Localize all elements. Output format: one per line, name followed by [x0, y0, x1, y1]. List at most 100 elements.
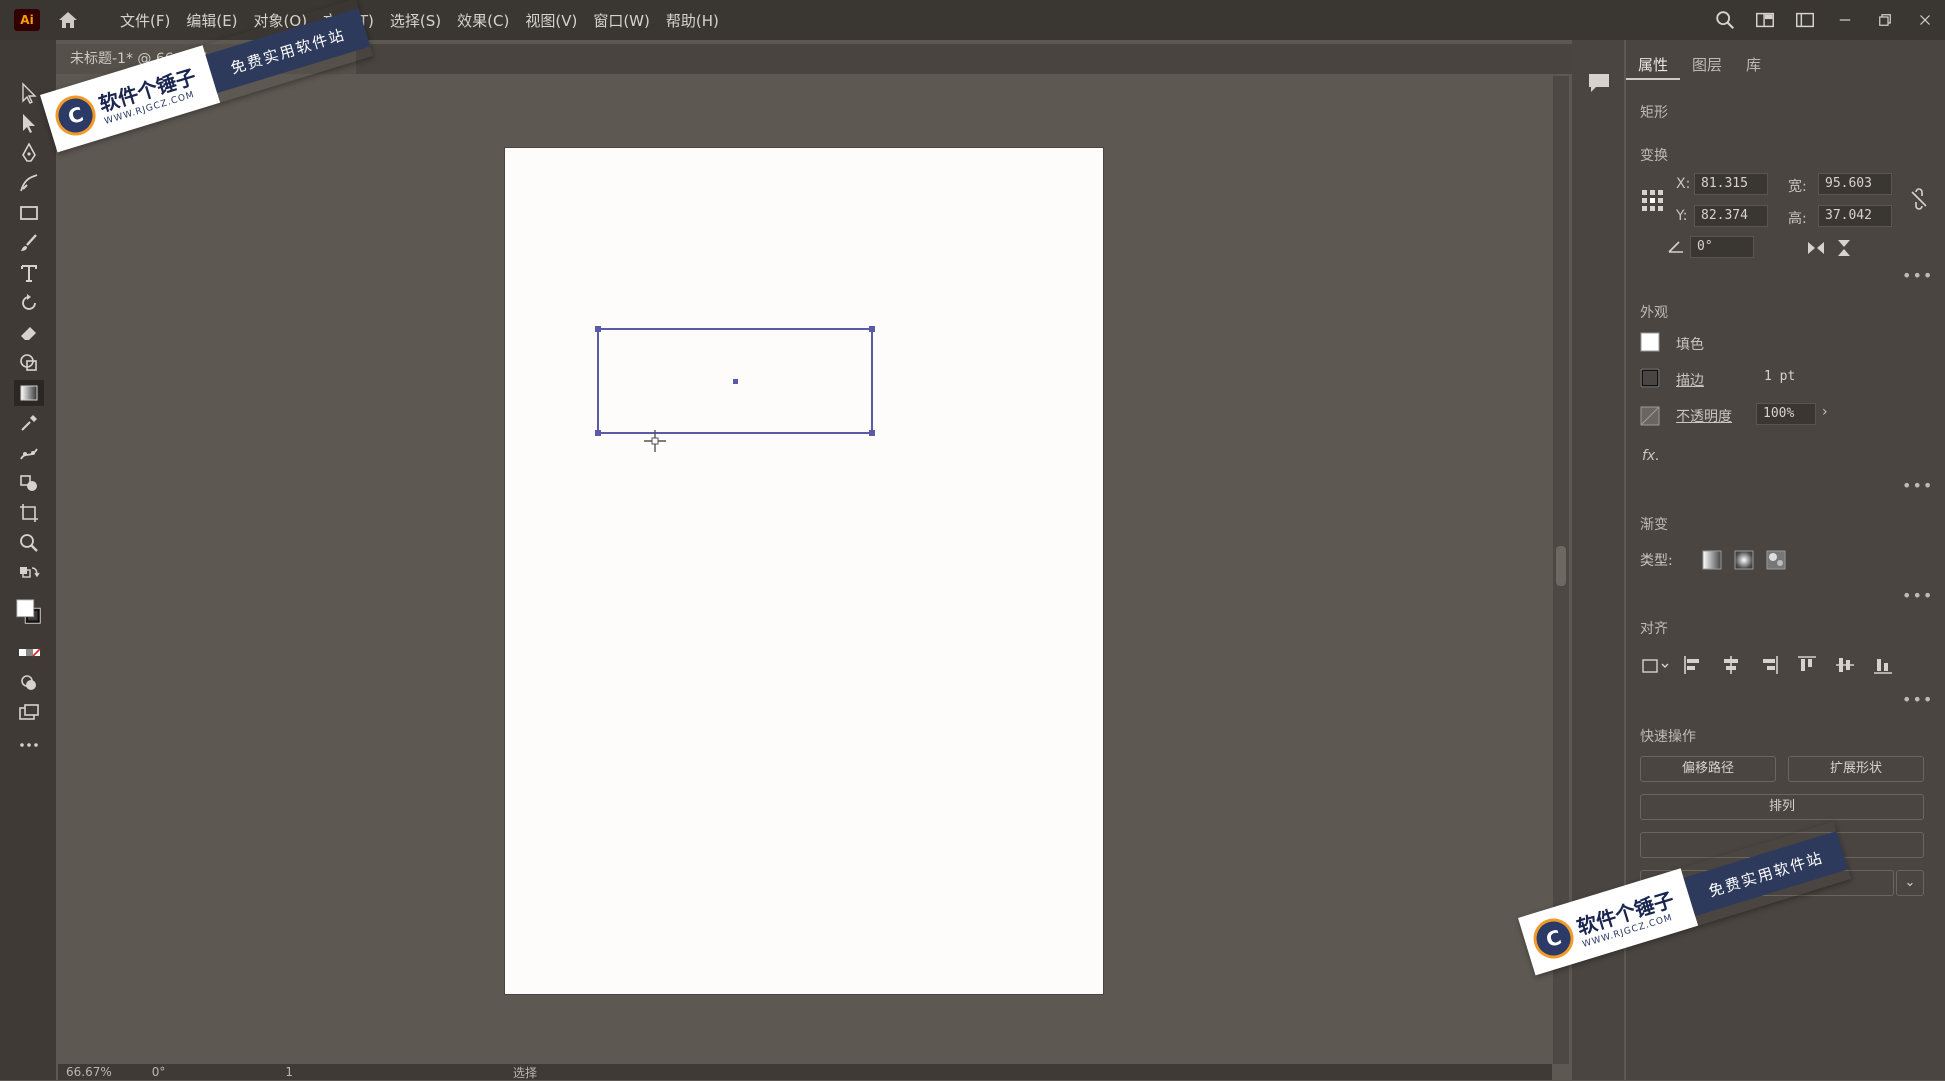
appearance-title: 外观 [1640, 305, 1668, 321]
fx-label[interactable]: fx. [1642, 448, 1660, 464]
dropdown-chevron-icon[interactable]: ⌄ [1896, 870, 1924, 896]
align-to-icon[interactable] [1640, 654, 1672, 678]
type-tool-icon[interactable] [14, 260, 44, 286]
align-bottom-icon[interactable] [1872, 654, 1894, 676]
puppet-warp-tool-icon[interactable] [14, 440, 44, 466]
resize-handle-top-left[interactable] [595, 326, 601, 332]
selection-tool-icon[interactable] [14, 80, 44, 106]
artboard[interactable] [505, 148, 1103, 994]
x-input[interactable]: 81.315 [1694, 173, 1768, 195]
appearance-more-icon[interactable]: ••• [1902, 476, 1933, 495]
align-top-icon[interactable] [1796, 654, 1818, 676]
tab-layers[interactable]: 图层 [1680, 50, 1734, 80]
canvas-area[interactable] [58, 76, 1552, 1064]
stroke-weight-input[interactable]: 1 pt [1758, 367, 1822, 389]
artboard-number[interactable]: 1 [285, 1065, 293, 1079]
live-paint-tool-icon[interactable] [14, 470, 44, 496]
app-logo: Ai [14, 9, 40, 31]
rotate-angle-input[interactable]: 0° [1690, 236, 1754, 258]
rectangle-tool-icon[interactable] [14, 200, 44, 226]
minimize-icon[interactable] [1825, 0, 1865, 40]
linear-gradient-icon[interactable] [1700, 548, 1724, 572]
object-type-label: 矩形 [1640, 105, 1668, 121]
panel-tabs: 属性 图层 库 [1626, 50, 1773, 80]
close-icon[interactable] [1905, 0, 1945, 40]
comments-icon[interactable] [1586, 70, 1612, 96]
resize-handle-top-right[interactable] [869, 326, 875, 332]
menu-view[interactable]: 视图(V) [517, 10, 585, 31]
radial-gradient-icon[interactable] [1732, 548, 1756, 572]
zoom-level[interactable]: 66.67% [66, 1065, 112, 1079]
transform-title: 变换 [1640, 148, 1668, 164]
zoom-tool-icon[interactable] [14, 530, 44, 556]
align-horizontal-center-icon[interactable] [1720, 654, 1742, 676]
color-mode-icon[interactable] [14, 640, 44, 666]
gradient-tool-icon[interactable] [14, 380, 44, 406]
selected-rectangle[interactable] [595, 326, 875, 436]
width-input[interactable]: 95.603 [1818, 173, 1892, 195]
center-point [733, 379, 738, 384]
flip-horizontal-icon[interactable] [1806, 238, 1826, 258]
opacity-label[interactable]: 不透明度 [1676, 406, 1732, 426]
align-vertical-center-icon[interactable] [1834, 654, 1856, 676]
opacity-icon[interactable] [1640, 406, 1660, 426]
tab-libraries[interactable]: 库 [1734, 50, 1773, 80]
swap-fill-stroke-icon[interactable] [14, 562, 44, 588]
fill-swatch-icon[interactable] [1640, 332, 1660, 352]
height-label: 高: [1788, 211, 1807, 227]
paintbrush-tool-icon[interactable] [14, 230, 44, 256]
draw-mode-icon[interactable] [14, 670, 44, 696]
menu-help[interactable]: 帮助(H) [658, 10, 727, 31]
align-right-icon[interactable] [1758, 654, 1780, 676]
direct-selection-tool-icon[interactable] [14, 110, 44, 136]
y-input[interactable]: 82.374 [1694, 205, 1768, 227]
menu-effect[interactable]: 效果(C) [449, 10, 517, 31]
reference-point-icon[interactable] [1640, 188, 1666, 214]
rotate-tool-icon[interactable] [14, 290, 44, 316]
align-left-icon[interactable] [1682, 654, 1704, 676]
gradient-more-icon[interactable]: ••• [1902, 586, 1933, 605]
window-controls [1705, 0, 1945, 40]
arrange-documents-icon[interactable] [1785, 0, 1825, 40]
artboard-tool-icon[interactable] [14, 500, 44, 526]
menu-select[interactable]: 选择(S) [382, 10, 449, 31]
offset-path-button[interactable]: 偏移路径 [1640, 756, 1776, 782]
rotation-value[interactable]: 0° [152, 1065, 166, 1079]
width-label: 宽: [1788, 179, 1807, 195]
height-input[interactable]: 37.042 [1818, 205, 1892, 227]
transform-more-icon[interactable]: ••• [1902, 266, 1933, 285]
rotate-angle-icon [1666, 236, 1686, 256]
restore-icon[interactable] [1865, 0, 1905, 40]
flip-vertical-icon[interactable] [1834, 238, 1854, 258]
freeform-gradient-icon[interactable] [1764, 548, 1788, 572]
align-more-icon[interactable]: ••• [1902, 690, 1933, 709]
stroke-swatch-icon[interactable] [1640, 368, 1660, 388]
screen-mode-icon[interactable] [14, 700, 44, 726]
watermark-logo-icon: C [50, 90, 101, 141]
expand-shape-button[interactable]: 扩展形状 [1788, 756, 1924, 782]
eraser-tool-icon[interactable] [14, 320, 44, 346]
status-bar: 66.67% 0° 1 选择 [58, 1064, 1552, 1080]
shape-builder-tool-icon[interactable] [14, 350, 44, 376]
arrange-button[interactable]: 排列 [1640, 794, 1924, 820]
workspace-icon[interactable] [1745, 0, 1785, 40]
menu-window[interactable]: 窗口(W) [585, 10, 658, 31]
constrain-proportions-icon[interactable] [1908, 188, 1930, 210]
curvature-tool-icon[interactable] [14, 170, 44, 196]
eyedropper-tool-icon[interactable] [14, 410, 44, 436]
pen-tool-icon[interactable] [14, 140, 44, 166]
stroke-label[interactable]: 描边 [1676, 370, 1704, 390]
menu-edit[interactable]: 编辑(E) [178, 10, 245, 31]
tab-properties[interactable]: 属性 [1626, 50, 1681, 80]
fill-stroke-swatch-icon[interactable] [14, 592, 44, 632]
resize-handle-bottom-left[interactable] [595, 430, 601, 436]
home-icon[interactable] [56, 8, 80, 32]
opacity-input[interactable]: 100% [1756, 403, 1816, 425]
fill-label[interactable]: 填色 [1676, 334, 1704, 354]
menu-file[interactable]: 文件(F) [112, 10, 178, 31]
search-icon[interactable] [1705, 0, 1745, 40]
resize-handle-bottom-right[interactable] [869, 430, 875, 436]
scroll-thumb[interactable] [1556, 546, 1566, 586]
opacity-chevron-icon[interactable]: › [1822, 404, 1828, 420]
more-tools-icon[interactable] [14, 732, 44, 758]
